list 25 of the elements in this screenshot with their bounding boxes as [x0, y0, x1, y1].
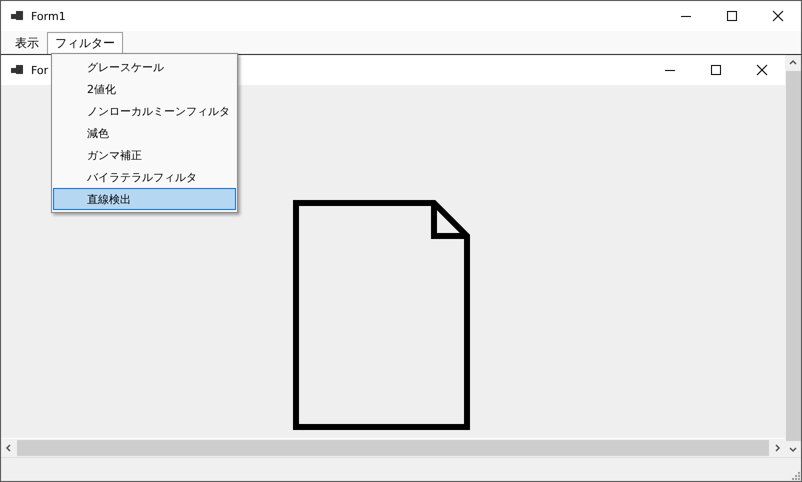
- app-icon: [11, 65, 23, 75]
- window-title: Form1: [31, 10, 66, 22]
- scroll-up-icon[interactable]: [789, 59, 797, 67]
- maximize-icon[interactable]: [726, 10, 738, 22]
- menu-item[interactable]: 表示: [7, 32, 47, 54]
- scrollbar-thumb[interactable]: [786, 71, 800, 441]
- menu-option[interactable]: バイラテラルフィルタ: [53, 166, 236, 188]
- app-icon: [11, 11, 23, 21]
- resize-grip-icon[interactable]: [789, 469, 801, 481]
- menu-option[interactable]: 減色: [53, 122, 236, 144]
- menu-option[interactable]: ノンローカルミーンフィルタ: [53, 100, 236, 122]
- maximize-icon[interactable]: [710, 64, 722, 76]
- menu-option[interactable]: グレースケール: [53, 56, 236, 78]
- close-icon[interactable]: [772, 10, 784, 22]
- window-title: For: [31, 64, 48, 76]
- scroll-down-icon[interactable]: [789, 445, 797, 453]
- close-icon[interactable]: [756, 64, 768, 76]
- menu-option[interactable]: 2値化: [53, 78, 236, 100]
- menu-option[interactable]: ガンマ補正: [53, 144, 236, 166]
- menu-item[interactable]: フィルター: [47, 32, 123, 54]
- menu-option[interactable]: 直線検出: [53, 188, 236, 210]
- scroll-right-icon[interactable]: [773, 444, 781, 452]
- scroll-left-icon[interactable]: [5, 444, 13, 452]
- scrollbar-thumb[interactable]: [17, 440, 769, 456]
- document-icon: [293, 200, 473, 430]
